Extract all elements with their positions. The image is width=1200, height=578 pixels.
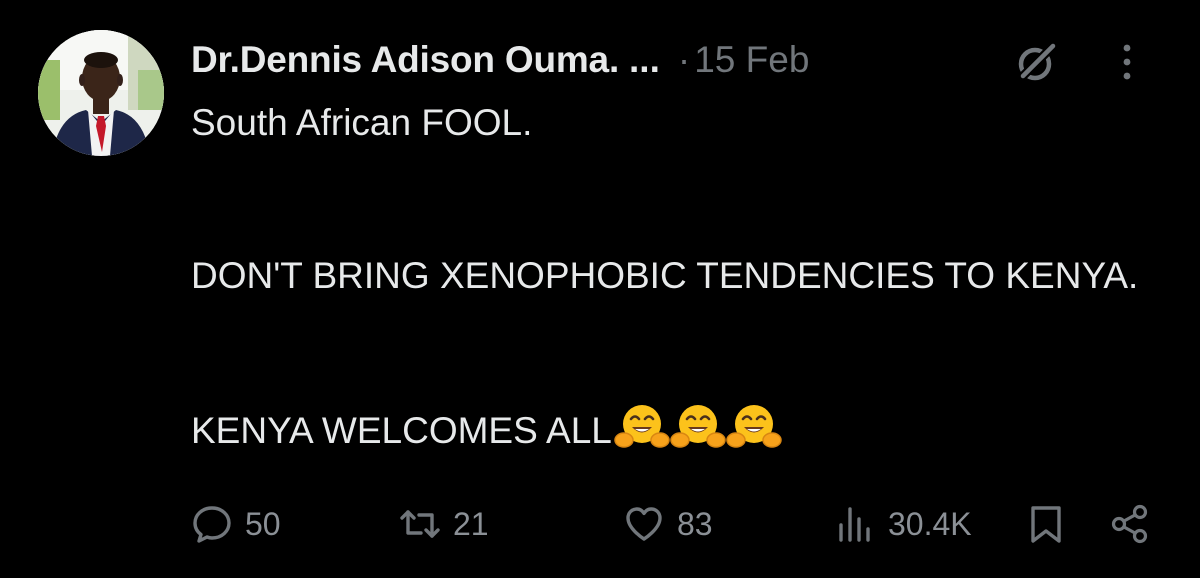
repost-button[interactable]: 21 xyxy=(399,500,489,548)
hugging-face-emoji-icon xyxy=(670,405,726,448)
tweet-card[interactable]: Dr.Dennis Adison Ouma. ... · 15 Feb Sout… xyxy=(0,0,1200,578)
dot-separator: · xyxy=(677,39,691,80)
views-count: 30.4K xyxy=(888,505,972,542)
profile-photo xyxy=(38,30,164,156)
speech-bubble-icon xyxy=(193,506,231,543)
bar-chart-icon xyxy=(839,507,870,542)
like-count: 83 xyxy=(677,505,713,542)
name-truncation: ... xyxy=(629,39,660,80)
reply-count: 50 xyxy=(245,505,281,542)
vertical-dots-icon[interactable] xyxy=(1113,38,1141,86)
bookmark-icon xyxy=(1031,506,1061,543)
tweet-action-bar: 50 21 83 30.4K xyxy=(191,500,1171,548)
bookmark-button[interactable] xyxy=(1025,500,1067,548)
tweet-text-line: South African FOOL. xyxy=(191,102,533,143)
tweet-text-line: KENYA WELCOMES ALL xyxy=(191,403,1181,456)
grok-icon[interactable] xyxy=(1013,38,1061,86)
hugging-face-emoji-icon xyxy=(614,405,670,448)
views-button[interactable]: 30.4K xyxy=(834,500,972,548)
share-icon xyxy=(1111,504,1148,544)
share-button[interactable] xyxy=(1109,500,1151,548)
like-button[interactable]: 83 xyxy=(623,500,713,548)
repost-arrows-icon xyxy=(400,510,440,538)
author-name[interactable]: Dr.Dennis Adison Ouma. xyxy=(191,39,619,81)
timestamp[interactable]: 15 Feb xyxy=(694,39,809,81)
emoji-group xyxy=(614,403,782,451)
tweet-text-segment: KENYA WELCOMES ALL xyxy=(191,410,612,451)
tweet-text: South African FOOL. DON'T BRING XENOPHOB… xyxy=(191,97,1181,456)
tweet-text-line: DON'T BRING XENOPHOBIC TENDENCIES TO KEN… xyxy=(191,255,1139,296)
reply-button[interactable]: 50 xyxy=(191,500,281,548)
avatar[interactable] xyxy=(38,30,164,156)
repost-count: 21 xyxy=(453,505,489,542)
hugging-face-emoji-icon xyxy=(726,405,782,448)
heart-icon xyxy=(626,507,662,541)
tweet-header: Dr.Dennis Adison Ouma. ... · 15 Feb xyxy=(191,34,1160,86)
